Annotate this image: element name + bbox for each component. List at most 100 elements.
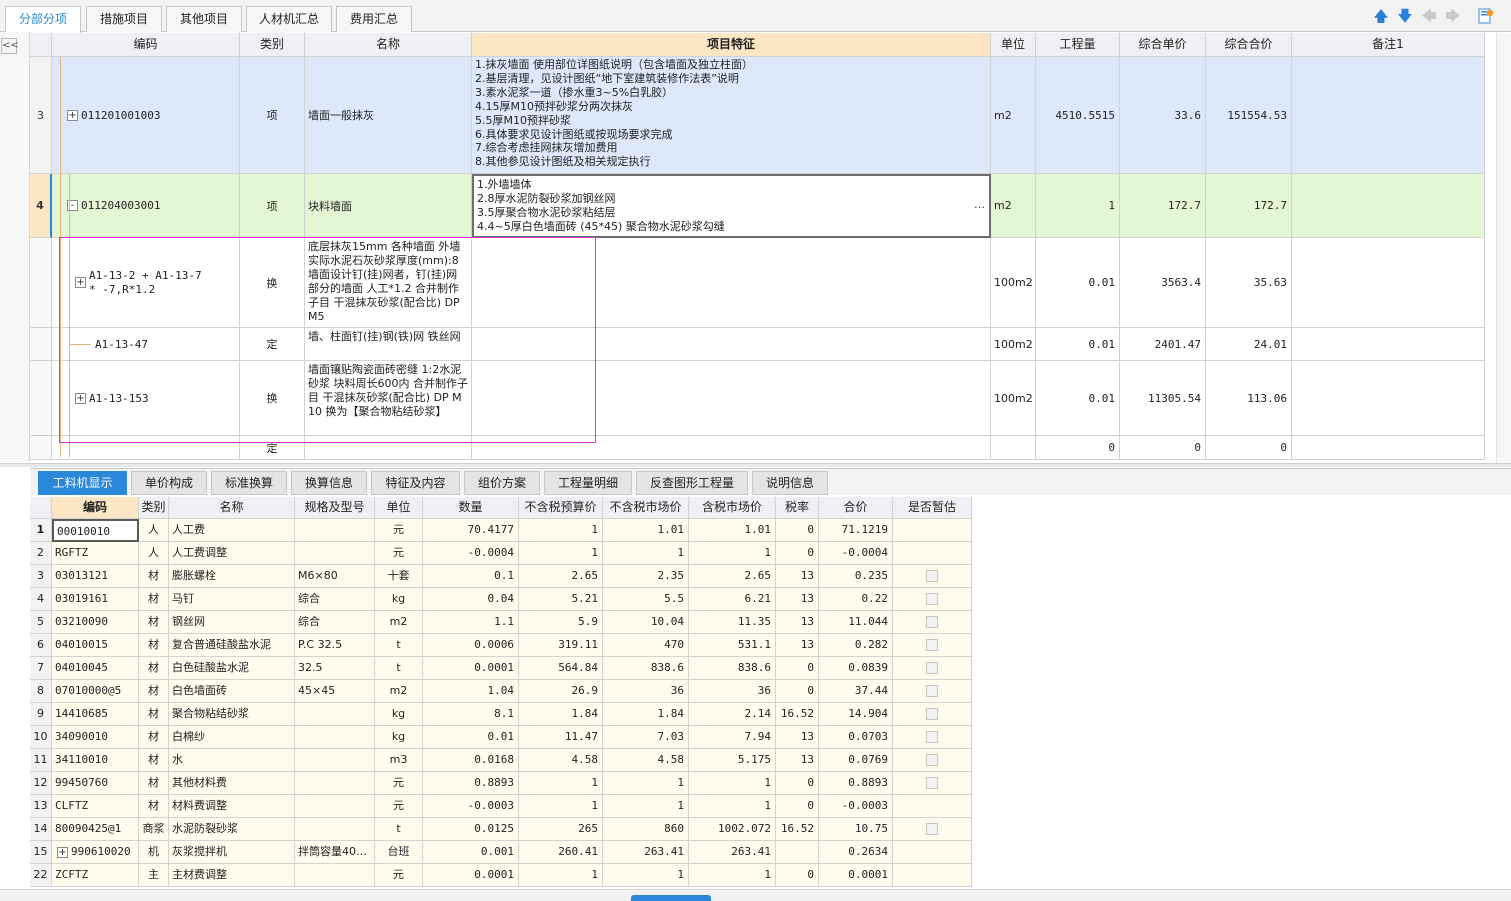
resource-total[interactable]: 11.044: [819, 611, 893, 634]
item-total-price[interactable]: 24.01: [1206, 328, 1292, 361]
col-header-unit-price[interactable]: 综合单价: [1120, 33, 1206, 57]
resource-spec[interactable]: 32.5: [295, 657, 375, 680]
resource-taxed-price[interactable]: 1: [689, 864, 776, 887]
item-type[interactable]: 项: [240, 57, 305, 174]
resource-type[interactable]: 材: [139, 588, 169, 611]
resource-budget-price[interactable]: 1: [519, 795, 603, 818]
resource-name[interactable]: 白棉纱: [169, 726, 295, 749]
resource-estimate[interactable]: [893, 565, 972, 588]
resource-name[interactable]: 马钉: [169, 588, 295, 611]
resource-unit[interactable]: 元: [375, 864, 423, 887]
resource-code[interactable]: 80090425@1: [52, 818, 139, 841]
resource-unit[interactable]: 元: [375, 542, 423, 565]
resource-taxed-price[interactable]: 2.65: [689, 565, 776, 588]
resource-tax-rate[interactable]: 13: [776, 611, 819, 634]
resource-market-price[interactable]: 2.35: [603, 565, 689, 588]
resource-code[interactable]: 03019161: [52, 588, 139, 611]
item-total-price[interactable]: 113.06: [1206, 361, 1292, 436]
row-number[interactable]: 6: [30, 634, 52, 657]
table-row-code[interactable]: [52, 436, 240, 460]
arrow-down-icon[interactable]: 🡇: [1397, 8, 1413, 24]
resource-spec[interactable]: [295, 772, 375, 795]
resource-code[interactable]: 14410685: [52, 703, 139, 726]
resource-spec[interactable]: [295, 818, 375, 841]
resource-market-price[interactable]: 7.03: [603, 726, 689, 749]
resource-tax-rate[interactable]: 16.52: [776, 703, 819, 726]
resource-spec[interactable]: 45×45: [295, 680, 375, 703]
resource-estimate[interactable]: [893, 657, 972, 680]
resource-budget-price[interactable]: 5.21: [519, 588, 603, 611]
resource-spec[interactable]: [295, 749, 375, 772]
item-unit-price[interactable]: 33.6: [1120, 57, 1206, 174]
resource-estimate[interactable]: [893, 841, 972, 864]
resource-name[interactable]: 膨胀螺栓: [169, 565, 295, 588]
item-feature[interactable]: [472, 361, 991, 436]
item-unit-price[interactable]: 11305.54: [1120, 361, 1206, 436]
resource-budget-price[interactable]: 26.9: [519, 680, 603, 703]
expand-icon[interactable]: +: [67, 109, 78, 121]
item-unit[interactable]: [991, 436, 1036, 460]
resource-market-price[interactable]: 4.58: [603, 749, 689, 772]
resource-unit[interactable]: t: [375, 634, 423, 657]
tab-reverse-graphic[interactable]: 反查图形工程量: [636, 471, 748, 495]
item-unit-price[interactable]: 3563.4: [1120, 238, 1206, 328]
resource-quantity[interactable]: 0.0001: [423, 864, 519, 887]
item-type[interactable]: 换: [240, 361, 305, 436]
resource-quantity[interactable]: 0.01: [423, 726, 519, 749]
resource-type[interactable]: 主: [139, 864, 169, 887]
resource-code[interactable]: 99450760: [52, 772, 139, 795]
row-number[interactable]: 3: [30, 57, 52, 174]
resource-tax-rate[interactable]: 0: [776, 795, 819, 818]
resource-spec[interactable]: [295, 542, 375, 565]
table-row-code[interactable]: + 011201001003: [52, 57, 240, 174]
resource-type[interactable]: 材: [139, 680, 169, 703]
resource-total[interactable]: 37.44: [819, 680, 893, 703]
tab-fenbu[interactable]: 分部分项: [5, 6, 81, 33]
item-name[interactable]: 底层抹灰15mm 各种墙面 外墙 实际水泥石灰砂浆厚度(mm):8 墙面设计钉(…: [305, 238, 472, 328]
resource-estimate[interactable]: [893, 818, 972, 841]
resource-code[interactable]: 34110010: [52, 749, 139, 772]
resource-total[interactable]: 71.1219: [819, 519, 893, 542]
resource-type[interactable]: 材: [139, 726, 169, 749]
resource-name[interactable]: 其他材料费: [169, 772, 295, 795]
col-header-feature[interactable]: 项目特征: [472, 33, 991, 57]
row-number[interactable]: 15: [30, 841, 52, 864]
estimate-checkbox[interactable]: [926, 708, 938, 720]
item-remark[interactable]: [1292, 436, 1485, 460]
resource-market-price[interactable]: 1: [603, 542, 689, 565]
table-row-code[interactable]: + A1-13-153: [52, 361, 240, 436]
resource-name[interactable]: 材料费调整: [169, 795, 295, 818]
estimate-checkbox[interactable]: [926, 570, 938, 582]
resource-quantity[interactable]: 0.1: [423, 565, 519, 588]
col-header-type[interactable]: 类别: [240, 33, 305, 57]
resource-tax-rate[interactable]: 0: [776, 864, 819, 887]
resource-total[interactable]: 0.22: [819, 588, 893, 611]
resource-quantity[interactable]: -0.0003: [423, 795, 519, 818]
estimate-checkbox[interactable]: [926, 593, 938, 605]
tab-conversion-info[interactable]: 换算信息: [291, 471, 367, 495]
resource-quantity[interactable]: 0.04: [423, 588, 519, 611]
row-number[interactable]: 11: [30, 749, 52, 772]
resource-type[interactable]: 人: [139, 542, 169, 565]
resource-market-price[interactable]: 1: [603, 864, 689, 887]
item-type[interactable]: 项: [240, 174, 305, 238]
item-feature[interactable]: [472, 238, 991, 328]
resource-type[interactable]: 材: [139, 611, 169, 634]
resource-total[interactable]: 0.0703: [819, 726, 893, 749]
item-type[interactable]: 定: [240, 328, 305, 361]
item-name[interactable]: 墙、柱面钉(挂)钢(铁)网 铁丝网: [305, 328, 472, 361]
estimate-checkbox[interactable]: [926, 639, 938, 651]
vertical-scrollbar[interactable]: [1496, 33, 1511, 463]
resource-tax-rate[interactable]: 13: [776, 565, 819, 588]
col-header-total-price[interactable]: 综合合价: [1206, 33, 1292, 57]
resource-total[interactable]: 0.235: [819, 565, 893, 588]
resource-code[interactable]: 07010000@5: [52, 680, 139, 703]
tab-quantity-detail[interactable]: 工程量明细: [544, 471, 632, 495]
col-header-resource-estimate[interactable]: 是否暂估: [893, 497, 972, 519]
resource-budget-price[interactable]: 4.58: [519, 749, 603, 772]
resource-budget-price[interactable]: 260.41: [519, 841, 603, 864]
item-total-price[interactable]: 151554.53: [1206, 57, 1292, 174]
resource-budget-price[interactable]: 1: [519, 519, 603, 542]
row-number[interactable]: [30, 328, 52, 361]
resource-spec[interactable]: [295, 726, 375, 749]
